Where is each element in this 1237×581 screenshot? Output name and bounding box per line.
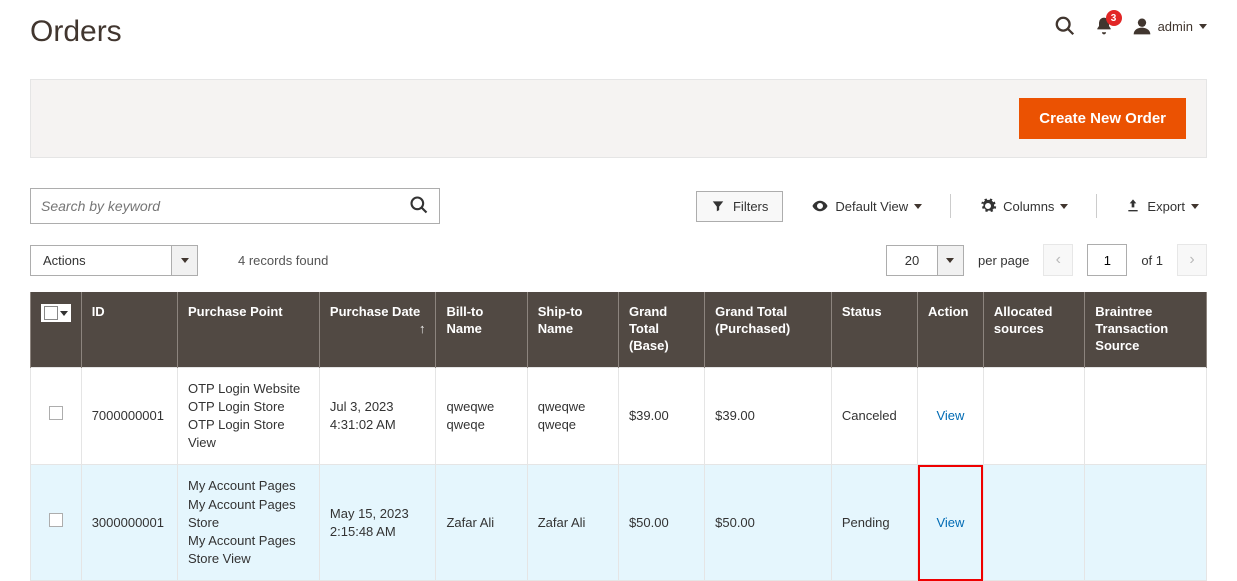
actions-label: Actions: [31, 246, 171, 275]
records-found-label: 4 records found: [238, 253, 328, 268]
cell-purchase-point: My Account Pages My Account Pages Store …: [177, 465, 319, 581]
cell-purchase-date: Jul 3, 2023 4:31:02 AM: [319, 367, 436, 465]
separator: [950, 194, 951, 218]
cell-status: Canceled: [831, 367, 917, 465]
table-row[interactable]: 3000000001 My Account Pages My Account P…: [31, 465, 1207, 581]
filters-label: Filters: [733, 199, 768, 214]
col-purchase-date[interactable]: Purchase Date↑: [319, 292, 436, 367]
col-status[interactable]: Status: [831, 292, 917, 367]
col-allocated: Allocated sources: [983, 292, 1084, 367]
col-action: Action: [918, 292, 984, 367]
cell-ship-to: Zafar Ali: [527, 465, 618, 581]
search-wrap: [30, 188, 440, 224]
caret-down-icon: [1191, 204, 1199, 209]
dropdown-arrow: [937, 246, 963, 275]
columns-label: Columns: [1003, 199, 1054, 214]
filters-button[interactable]: Filters: [696, 191, 783, 222]
actions-dropdown[interactable]: Actions: [30, 245, 198, 276]
col-braintree: Braintree Transaction Source: [1085, 292, 1207, 367]
cell-id: 3000000001: [81, 465, 177, 581]
funnel-icon: [711, 199, 725, 213]
cell-id: 7000000001: [81, 367, 177, 465]
cell-gt-purchased: $39.00: [705, 367, 832, 465]
columns-dropdown[interactable]: Columns: [971, 197, 1076, 215]
per-page-label: per page: [978, 253, 1029, 268]
cell-bill-to: Zafar Ali: [436, 465, 527, 581]
left-controls: Actions 4 records found: [30, 245, 328, 276]
top-bar: Orders 3 admin: [30, 0, 1207, 49]
sort-asc-icon: ↑: [419, 321, 426, 338]
orders-grid: ID Purchase Point Purchase Date↑ Bill-to…: [30, 292, 1207, 581]
eye-icon: [811, 197, 829, 215]
view-link[interactable]: View: [936, 515, 964, 530]
notifications-icon[interactable]: 3: [1094, 16, 1114, 36]
search-submit-icon[interactable]: [409, 195, 429, 218]
cell-status: Pending: [831, 465, 917, 581]
controls-row-1: Filters Default View Columns Export: [30, 188, 1207, 224]
default-view-dropdown[interactable]: Default View: [803, 197, 930, 215]
notifications-badge: 3: [1106, 10, 1122, 26]
separator: [1096, 194, 1097, 218]
prev-page-button[interactable]: ‹: [1043, 244, 1073, 276]
search-input[interactable]: [41, 198, 409, 214]
cell-gt-purchased: $50.00: [705, 465, 832, 581]
row-checkbox[interactable]: [49, 513, 63, 527]
table-row[interactable]: 7000000001 OTP Login Website OTP Login S…: [31, 367, 1207, 465]
right-toolbar: Filters Default View Columns Export: [696, 191, 1207, 222]
create-new-order-button[interactable]: Create New Order: [1019, 98, 1186, 139]
col-ship-to[interactable]: Ship-to Name: [527, 292, 618, 367]
gear-icon: [979, 197, 997, 215]
view-label: Default View: [835, 199, 908, 214]
controls-row-2: Actions 4 records found 20 per page ‹ of…: [30, 244, 1207, 276]
current-page-input[interactable]: [1087, 244, 1127, 276]
next-page-button[interactable]: ›: [1177, 244, 1207, 276]
col-gt-base[interactable]: Grand Total (Base): [618, 292, 704, 367]
cell-gt-base: $39.00: [618, 367, 704, 465]
right-controls: 20 per page ‹ of 1 ›: [886, 244, 1207, 276]
cell-purchase-date: May 15, 2023 2:15:48 AM: [319, 465, 436, 581]
view-link[interactable]: View: [936, 408, 964, 423]
col-id[interactable]: ID: [81, 292, 177, 367]
page-title: Orders: [30, 15, 122, 49]
page-size-select[interactable]: 20: [886, 245, 964, 276]
col-purchase-point[interactable]: Purchase Point: [177, 292, 319, 367]
page-size-value: 20: [887, 246, 937, 275]
search-icon[interactable]: [1054, 15, 1076, 37]
row-checkbox[interactable]: [49, 406, 63, 420]
dropdown-arrow: [171, 246, 197, 275]
export-icon: [1125, 198, 1141, 214]
cell-purchase-point: OTP Login Website OTP Login Store OTP Lo…: [177, 367, 319, 465]
export-label: Export: [1147, 199, 1185, 214]
cell-allocated: [983, 465, 1084, 581]
action-bar: Create New Order: [30, 79, 1207, 158]
col-bill-to[interactable]: Bill-to Name: [436, 292, 527, 367]
user-name-label: admin: [1158, 19, 1193, 34]
chevron-right-icon: ›: [1189, 251, 1194, 269]
user-menu[interactable]: admin: [1132, 16, 1207, 36]
top-right-controls: 3 admin: [1054, 15, 1207, 37]
cell-allocated: [983, 367, 1084, 465]
cell-gt-base: $50.00: [618, 465, 704, 581]
of-pages-label: of 1: [1141, 253, 1163, 268]
cell-braintree: [1085, 367, 1207, 465]
select-all-header[interactable]: [31, 292, 82, 367]
cell-ship-to: qweqwe qweqe: [527, 367, 618, 465]
export-dropdown[interactable]: Export: [1117, 198, 1207, 214]
cell-braintree: [1085, 465, 1207, 581]
chevron-left-icon: ‹: [1056, 251, 1061, 269]
col-gt-purchased[interactable]: Grand Total (Purchased): [705, 292, 832, 367]
caret-down-icon: [914, 204, 922, 209]
caret-down-icon: [1060, 204, 1068, 209]
caret-down-icon: [1199, 24, 1207, 29]
cell-bill-to: qweqwe qweqe: [436, 367, 527, 465]
